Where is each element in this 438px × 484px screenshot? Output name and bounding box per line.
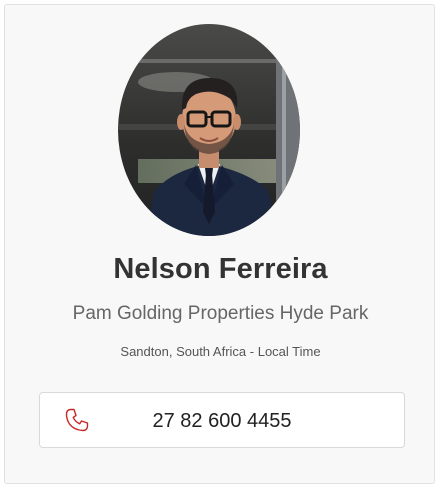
agent-name: Nelson Ferreira: [113, 253, 328, 285]
phone-number: 27 82 600 4455: [152, 410, 292, 432]
agency-name: Pam Golding Properties Hyde Park: [72, 303, 369, 324]
agent-avatar: [118, 24, 300, 236]
call-button[interactable]: 27 82 600 4455: [39, 392, 405, 448]
agent-card: Nelson Ferreira Pam Golding Properties H…: [4, 4, 435, 484]
agent-location: Sandton, South Africa - Local Time: [120, 344, 321, 359]
agent-photo: [118, 24, 300, 236]
